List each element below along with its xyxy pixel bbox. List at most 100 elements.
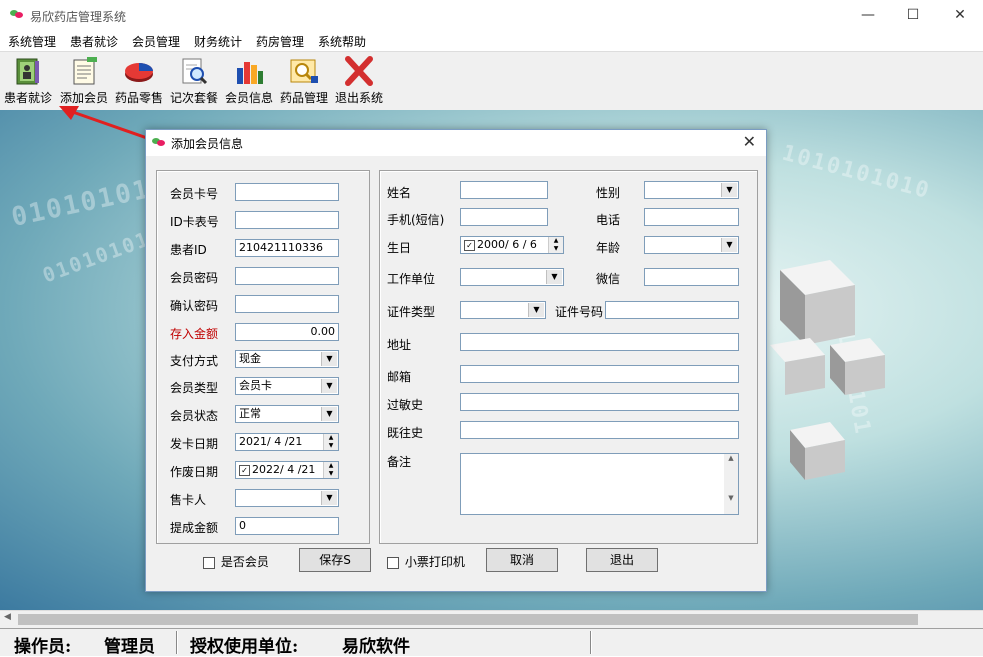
member-type-label: 会员类型 xyxy=(170,379,218,396)
dialog-title: 添加会员信息 xyxy=(171,135,243,152)
cancel-button[interactable]: 取消 xyxy=(486,548,558,572)
void-date-picker[interactable]: ✓2022/ 4 /21 ▲▼ xyxy=(235,461,339,479)
toolbar-exit-system-button[interactable]: 退出系统 xyxy=(332,56,386,108)
issue-date-picker[interactable]: 2021/ 4 /21 ▲▼ xyxy=(235,433,339,451)
toolbar-drug-management-button[interactable]: 药品管理 xyxy=(277,56,331,108)
is-member-label: 是否会员 xyxy=(221,555,269,569)
pie-chart-icon xyxy=(122,56,156,86)
member-type-value: 会员卡 xyxy=(239,379,272,392)
chevron-down-icon[interactable]: ▼ xyxy=(721,238,737,252)
history-label: 既往史 xyxy=(387,424,423,441)
email-input[interactable] xyxy=(460,365,739,383)
maximize-button[interactable]: ☐ xyxy=(890,0,936,31)
spinner-icon[interactable]: ▲▼ xyxy=(323,462,338,478)
toolbar-label: 退出系统 xyxy=(332,89,386,106)
minimize-button[interactable]: — xyxy=(845,0,891,31)
dialog-close-button[interactable]: ✕ xyxy=(743,132,756,151)
workplace-select[interactable]: ▼ xyxy=(460,268,564,286)
name-input[interactable] xyxy=(460,181,548,199)
checkbox-box[interactable] xyxy=(203,557,215,569)
phone-label: 电话 xyxy=(596,211,620,228)
toolbar-member-info-button[interactable]: 会员信息 xyxy=(222,56,276,108)
toolbar-patient-visit-button[interactable]: 患者就诊 xyxy=(1,56,55,108)
password-label: 会员密码 xyxy=(170,269,218,286)
close-window-button[interactable]: ✕ xyxy=(937,0,983,31)
void-date-checkbox[interactable]: ✓ xyxy=(239,465,250,476)
card-no-input[interactable] xyxy=(235,183,339,201)
mobile-label: 手机(短信) xyxy=(387,211,444,228)
patient-id-label: 患者ID xyxy=(170,241,207,258)
remark-textarea[interactable]: ▲▼ xyxy=(460,453,739,515)
issue-date-label: 发卡日期 xyxy=(170,435,218,452)
gender-label: 性别 xyxy=(596,184,620,201)
toolbar-count-package-button[interactable]: 记次套餐 xyxy=(167,56,221,108)
main-horizontal-scrollbar[interactable]: ◀ xyxy=(0,610,983,628)
remark-scrollbar[interactable]: ▲▼ xyxy=(724,454,738,514)
add-member-dialog: 添加会员信息 ✕ 会员卡号 ID卡表号 患者ID 210421110336 会员… xyxy=(145,129,767,592)
toolbar-label: 会员信息 xyxy=(222,89,276,106)
menu-patient-visit[interactable]: 患者就诊 xyxy=(70,33,118,50)
chevron-down-icon[interactable]: ▼ xyxy=(321,491,337,505)
scroll-left-icon[interactable]: ◀ xyxy=(4,612,11,622)
commission-label: 提成金额 xyxy=(170,519,218,536)
id-card-label: ID卡表号 xyxy=(170,213,219,230)
menu-system-management[interactable]: 系统管理 xyxy=(8,33,56,50)
menu-system-help[interactable]: 系统帮助 xyxy=(318,33,366,50)
id-type-select[interactable]: ▼ xyxy=(460,301,546,319)
id-card-input[interactable] xyxy=(235,211,339,229)
exit-button[interactable]: 退出 xyxy=(586,548,658,572)
member-status-select[interactable]: 正常 ▼ xyxy=(235,405,339,423)
dialog-title-bar: 添加会员信息 ✕ xyxy=(146,130,766,156)
toolbar-label: 患者就诊 xyxy=(1,89,55,106)
status-divider xyxy=(590,631,592,654)
birthday-picker[interactable]: ✓2000/ 6 / 6 ▲▼ xyxy=(460,236,564,254)
chevron-down-icon[interactable]: ▼ xyxy=(321,352,337,366)
chevron-down-icon[interactable]: ▼ xyxy=(321,379,337,393)
status-bar: 操作员: 管理员 授权使用单位: 易欣软件 xyxy=(0,628,983,656)
licensee-value: 易欣软件 xyxy=(342,632,410,657)
password-input[interactable] xyxy=(235,267,339,285)
phone-input[interactable] xyxy=(644,208,739,226)
history-input[interactable] xyxy=(460,421,739,439)
chevron-down-icon[interactable]: ▼ xyxy=(546,270,562,284)
receipt-printer-label: 小票打印机 xyxy=(405,555,465,569)
menu-member-management[interactable]: 会员管理 xyxy=(132,33,180,50)
spinner-icon[interactable]: ▲▼ xyxy=(548,237,563,253)
id-number-input[interactable] xyxy=(605,301,739,319)
menu-pharmacy-management[interactable]: 药房管理 xyxy=(256,33,304,50)
confirm-password-label: 确认密码 xyxy=(170,297,218,314)
receipt-printer-checkbox[interactable]: 小票打印机 xyxy=(387,553,465,570)
app-logo-icon xyxy=(151,137,165,147)
gender-select[interactable]: ▼ xyxy=(644,181,739,199)
age-select[interactable]: ▼ xyxy=(644,236,739,254)
birthday-checkbox[interactable]: ✓ xyxy=(464,240,475,251)
is-member-checkbox[interactable]: 是否会员 xyxy=(203,553,269,570)
wechat-input[interactable] xyxy=(644,268,739,286)
pay-method-value: 现金 xyxy=(239,352,261,365)
pay-method-select[interactable]: 现金 ▼ xyxy=(235,350,339,368)
mobile-input[interactable] xyxy=(460,208,548,226)
confirm-password-input[interactable] xyxy=(235,295,339,313)
commission-input[interactable]: 0 xyxy=(235,517,339,535)
remark-label: 备注 xyxy=(387,453,411,470)
allergy-input[interactable] xyxy=(460,393,739,411)
spinner-icon[interactable]: ▲▼ xyxy=(323,434,338,450)
scrollbar-thumb[interactable] xyxy=(18,614,918,625)
checkbox-box[interactable] xyxy=(387,557,399,569)
seller-select[interactable]: ▼ xyxy=(235,489,339,507)
member-status-label: 会员状态 xyxy=(170,407,218,424)
member-type-select[interactable]: 会员卡 ▼ xyxy=(235,377,339,395)
patient-id-input[interactable]: 210421110336 xyxy=(235,239,339,257)
member-status-value: 正常 xyxy=(239,407,261,420)
menu-finance-stats[interactable]: 财务统计 xyxy=(194,33,242,50)
add-member-notepad-icon xyxy=(67,56,101,86)
red-x-icon xyxy=(342,56,376,86)
chevron-down-icon[interactable]: ▼ xyxy=(321,407,337,421)
email-label: 邮箱 xyxy=(387,368,411,385)
chevron-down-icon[interactable]: ▼ xyxy=(721,183,737,197)
chevron-down-icon[interactable]: ▼ xyxy=(528,303,544,317)
address-input[interactable] xyxy=(460,333,739,351)
save-button[interactable]: 保存S xyxy=(299,548,371,572)
pay-method-label: 支付方式 xyxy=(170,352,218,369)
deposit-input[interactable]: 0.00 xyxy=(235,323,339,341)
